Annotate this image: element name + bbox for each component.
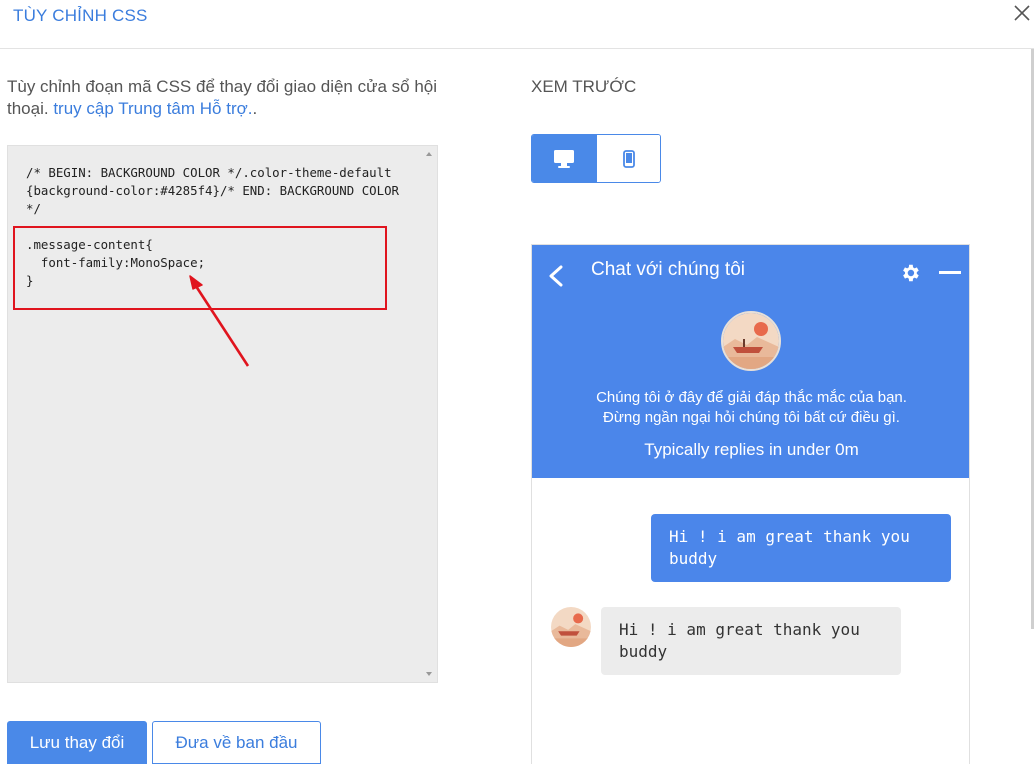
help-center-link[interactable]: truy cập Trung tâm Hỗ trợ. [53, 99, 252, 118]
reply-time: Typically replies in under 0m [644, 440, 859, 459]
scroll-up-icon[interactable] [426, 152, 432, 156]
chat-widget-preview: Chat với chúng tôi Chúng tôi ở đây để gi… [531, 244, 970, 764]
reset-button[interactable]: Đưa về ban đầu [152, 721, 321, 764]
chat-widget-header: Chat với chúng tôi Chúng tôi ở đây để gi… [532, 245, 969, 478]
chat-subtitle-line2: Đừng ngần ngại hỏi chúng tôi bất cứ điều… [603, 409, 900, 426]
save-button[interactable]: Lưu thay đổi [7, 721, 147, 764]
agent-message-bubble: Hi ! i am great thank you buddy [601, 607, 901, 675]
chat-title: Chat với chúng tôi [591, 259, 745, 280]
phone-icon [622, 149, 635, 168]
editor-scrollbar[interactable] [423, 146, 437, 682]
device-toggle [531, 134, 661, 183]
modal-header: TÙY CHỈNH CSS [0, 0, 1034, 49]
preview-label: XEM TRƯỚC [531, 77, 637, 96]
modal-title: TÙY CHỈNH CSS [13, 6, 148, 25]
red-arrow-annotation [189, 275, 250, 367]
monitor-icon [554, 149, 574, 168]
agent-avatar [721, 311, 781, 371]
gear-icon[interactable] [899, 262, 921, 284]
chat-subtitle-line1: Chúng tôi ở đây để giải đáp thắc mắc của… [596, 389, 907, 406]
description-suffix: . [252, 99, 258, 118]
desktop-preview-button[interactable] [532, 135, 596, 182]
custom-css-modal: TÙY CHỈNH CSS Tùy chỉnh đoạn mã CSS để t… [0, 0, 1034, 764]
scroll-down-icon[interactable] [426, 672, 432, 676]
back-chevron-icon[interactable] [546, 265, 566, 287]
minimize-icon[interactable] [939, 271, 961, 274]
close-icon[interactable] [1012, 3, 1032, 23]
mobile-preview-button[interactable] [596, 135, 660, 182]
visitor-message-bubble: Hi ! i am great thank you buddy [651, 514, 951, 582]
description: Tùy chỉnh đoạn mã CSS để thay đổi giao d… [7, 76, 447, 120]
agent-avatar-small [551, 607, 591, 647]
